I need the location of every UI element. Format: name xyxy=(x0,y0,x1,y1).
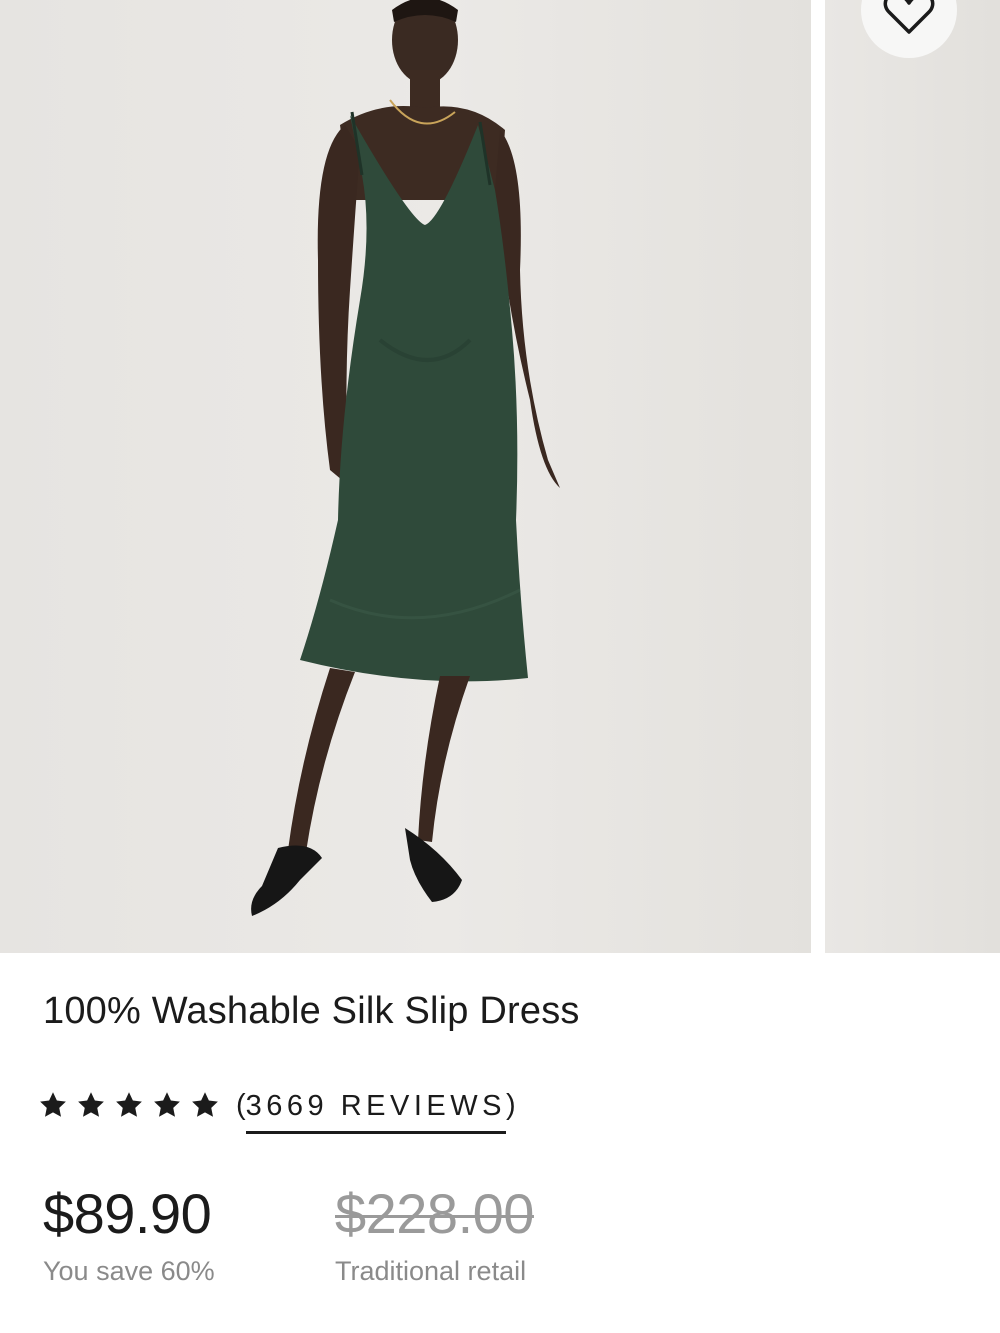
reviews-link[interactable]: ( 3669 REVIEWS ) xyxy=(236,1076,516,1134)
product-photo-main[interactable] xyxy=(0,0,811,953)
current-price: $89.90 xyxy=(43,1182,212,1245)
product-photo-next-preview[interactable] xyxy=(825,0,1000,953)
reviews-count-label: 3669 REVIEWS xyxy=(245,1090,506,1134)
original-price: $228.00 xyxy=(335,1182,534,1245)
savings-label: You save 60% xyxy=(43,1256,215,1286)
star-icon xyxy=(192,1092,218,1117)
star-icon xyxy=(116,1092,142,1117)
reviews-paren-close: ) xyxy=(506,1088,516,1121)
star-icon xyxy=(78,1092,104,1117)
reviews-paren-open: ( xyxy=(236,1088,246,1121)
star-rating xyxy=(38,1090,220,1120)
original-price-label: Traditional retail xyxy=(335,1256,527,1286)
current-price-block: $89.90 You save 60% xyxy=(43,1180,215,1287)
heart-outline-icon xyxy=(883,0,935,34)
model-figure-illustration xyxy=(251,0,560,916)
original-price-block: $228.00 Traditional retail xyxy=(335,1180,534,1287)
rating-row: ( 3669 REVIEWS ) xyxy=(38,1080,516,1134)
star-icon xyxy=(154,1092,180,1117)
product-title: 100% Washable Silk Slip Dress xyxy=(43,990,580,1032)
star-icon xyxy=(40,1092,66,1117)
product-image-carousel[interactable] xyxy=(0,0,1000,953)
